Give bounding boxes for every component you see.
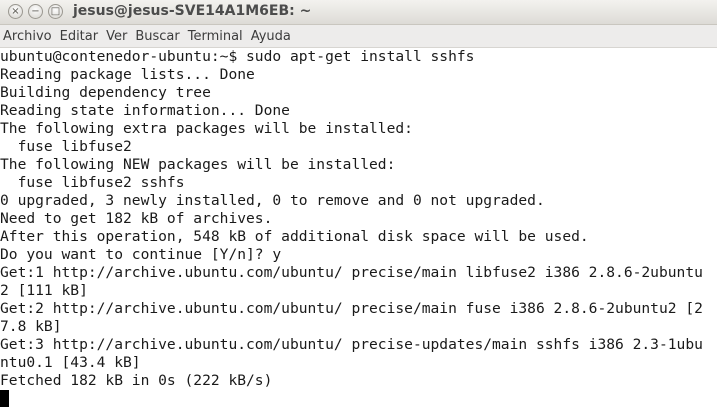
terminal-line: Building dependency tree xyxy=(0,84,211,101)
close-icon[interactable]: × xyxy=(8,4,23,19)
menu-archivo[interactable]: Archivo xyxy=(0,29,56,44)
terminal-output[interactable]: ubuntu@contenedor-ubuntu:~$ sudo apt-get… xyxy=(0,48,717,416)
terminal-line: Fetched 182 kB in 0s (222 kB/s) xyxy=(0,372,273,389)
terminal-line: Get:1 http://archive.ubuntu.com/ubuntu/ … xyxy=(0,264,703,281)
terminal-line: ubuntu@contenedor-ubuntu:~$ sudo apt-get… xyxy=(0,48,475,65)
terminal-line: 0 upgraded, 3 newly installed, 0 to remo… xyxy=(0,192,545,209)
menu-buscar[interactable]: Buscar xyxy=(131,29,183,44)
menu-editar[interactable]: Editar xyxy=(56,29,103,44)
terminal-line: Reading state information... Done xyxy=(0,102,290,119)
terminal-line: Get:2 http://archive.ubuntu.com/ubuntu/ … xyxy=(0,300,703,317)
minimize-icon[interactable]: − xyxy=(28,4,43,19)
menu-bar: Archivo Editar Ver Buscar Terminal Ayuda xyxy=(0,25,717,48)
window-title: jesus@jesus-SVE14A1M6EB: ~ xyxy=(73,3,312,19)
menu-ver[interactable]: Ver xyxy=(102,29,131,44)
terminal-line: fuse libfuse2 xyxy=(0,138,132,155)
terminal-line: The following NEW packages will be insta… xyxy=(0,156,396,173)
terminal-line: Reading package lists... Done xyxy=(0,66,255,83)
title-bar[interactable]: × − □ jesus@jesus-SVE14A1M6EB: ~ xyxy=(0,0,717,25)
terminal-line: 2 [111 kB] xyxy=(0,282,88,299)
maximize-icon[interactable]: □ xyxy=(48,4,63,19)
menu-ayuda[interactable]: Ayuda xyxy=(247,29,295,44)
terminal-line: 7.8 kB] xyxy=(0,318,62,335)
terminal-cursor xyxy=(0,390,9,407)
terminal-line: The following extra packages will be ins… xyxy=(0,120,413,137)
menu-terminal[interactable]: Terminal xyxy=(184,29,247,44)
terminal-window: × − □ jesus@jesus-SVE14A1M6EB: ~ Archivo… xyxy=(0,0,717,416)
terminal-line: After this operation, 548 kB of addition… xyxy=(0,228,589,245)
terminal-line: Do you want to continue [Y/n]? y xyxy=(0,246,282,263)
terminal-line: ntu0.1 [43.4 kB] xyxy=(0,354,141,371)
terminal-line: Need to get 182 kB of archives. xyxy=(0,210,273,227)
terminal-prompt-line xyxy=(0,390,717,408)
terminal-line: fuse libfuse2 sshfs xyxy=(0,174,185,191)
terminal-line: Get:3 http://archive.ubuntu.com/ubuntu/ … xyxy=(0,336,703,353)
